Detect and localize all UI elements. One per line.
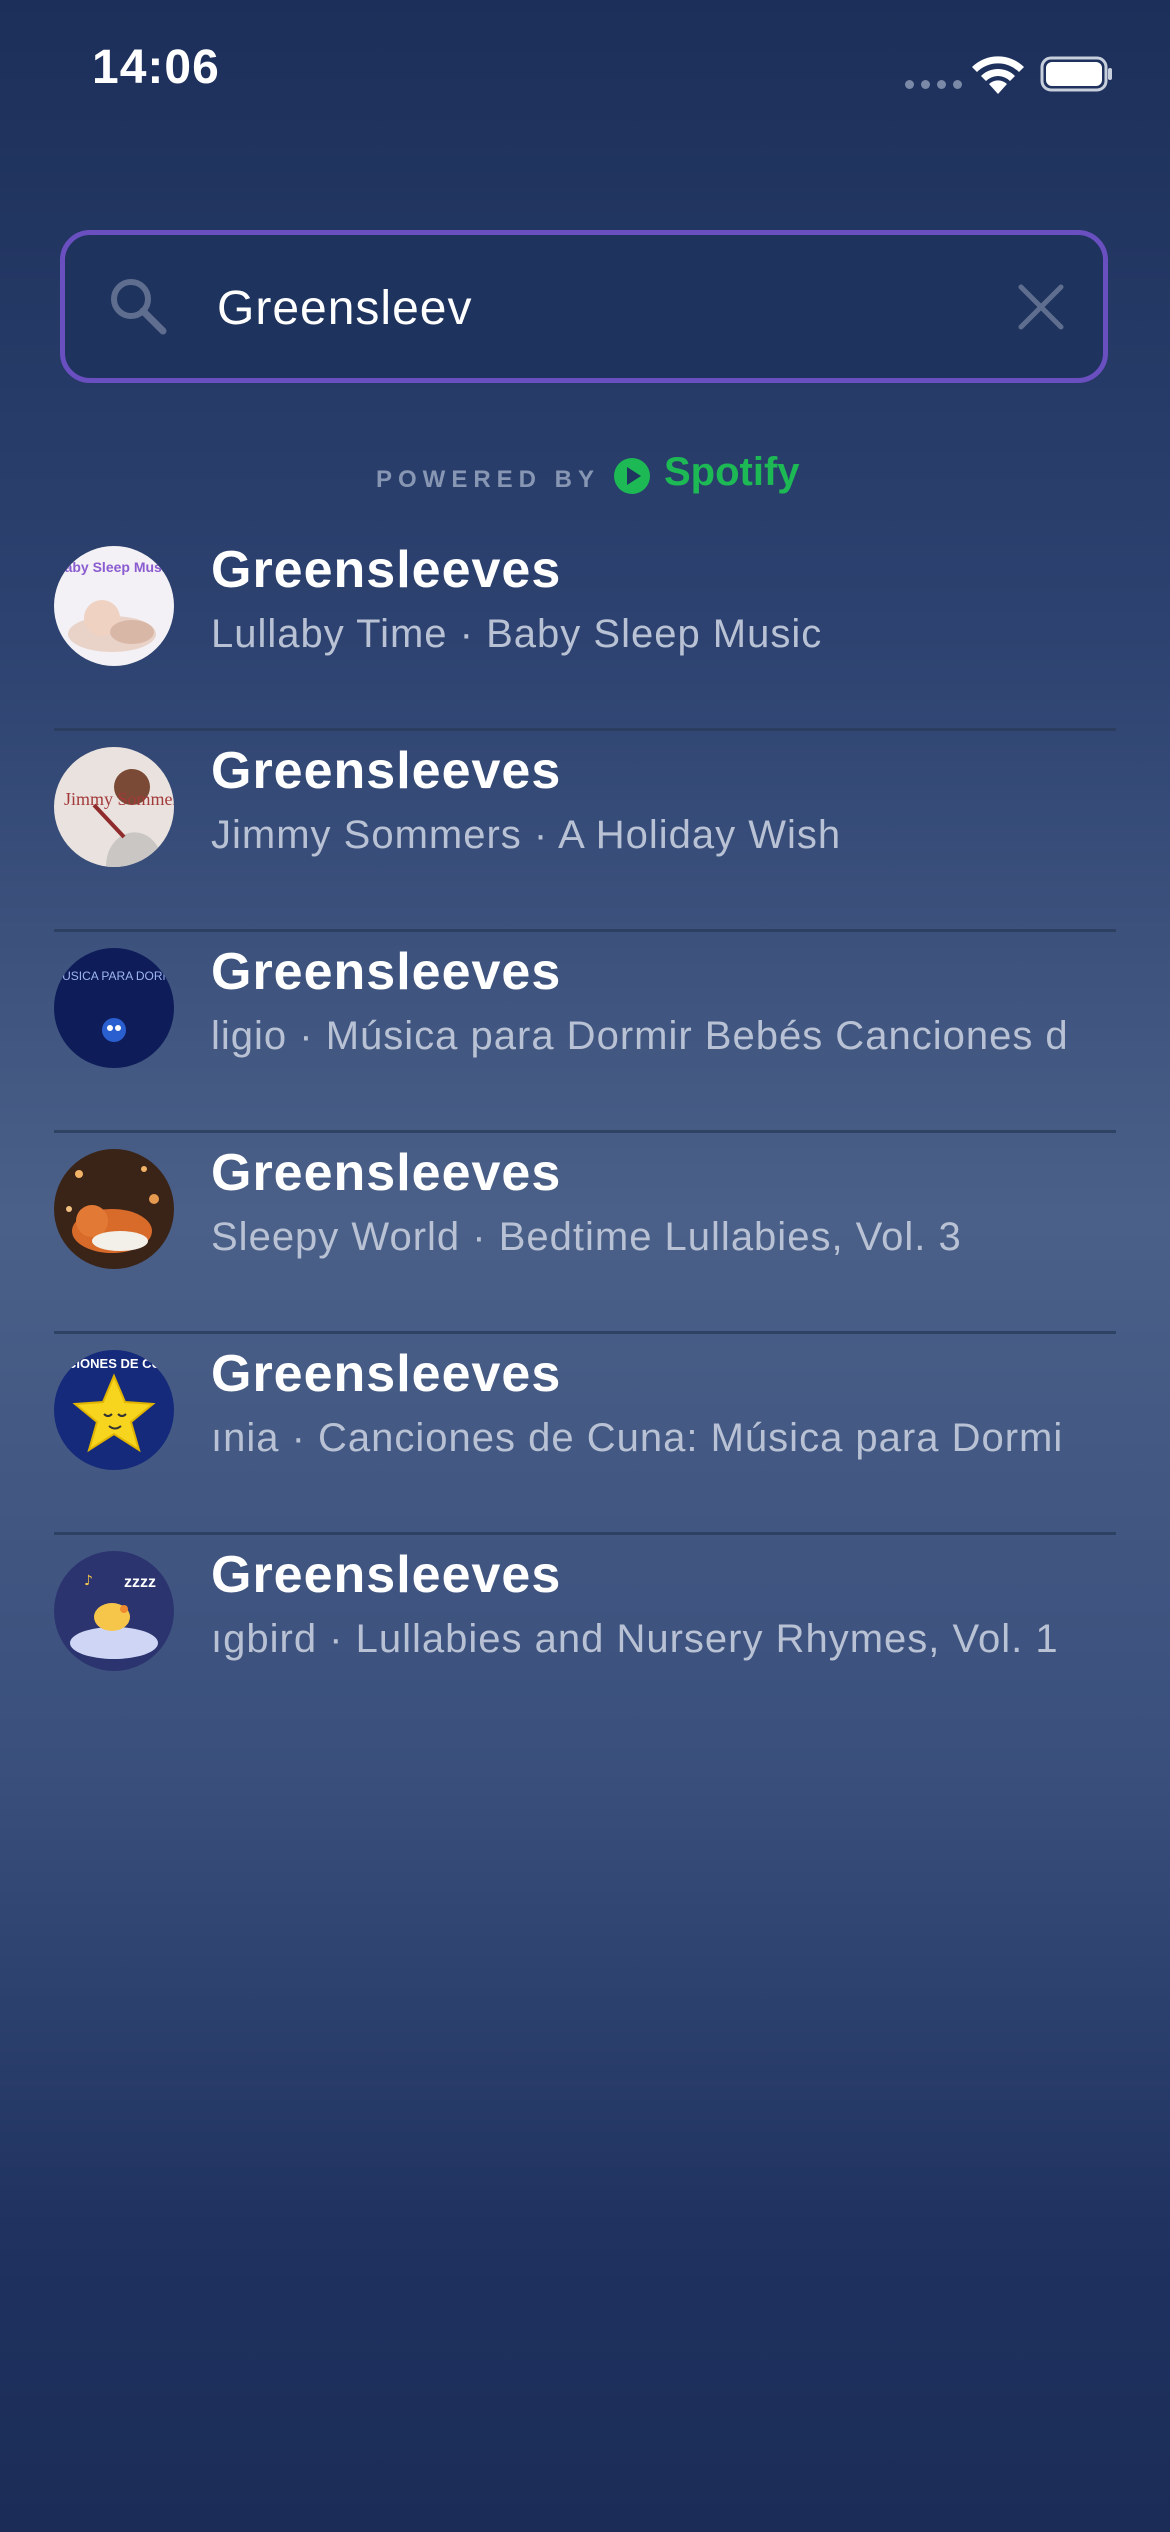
track-title: Greensleeves	[211, 943, 562, 1001]
clear-search-icon[interactable]	[1013, 279, 1069, 335]
search-icon	[111, 279, 167, 335]
powered-by-label: POWERED BY	[376, 466, 601, 493]
album-art-text: Baby Sleep Music	[54, 559, 173, 575]
track-subtitle: ıgbird · Lullabies and Nursery Rhymes, V…	[211, 1617, 1059, 1661]
track-subtitle: ligio · Música para Dormir Bebés Cancion…	[211, 1014, 1069, 1058]
status-bar: 14:06	[0, 0, 1170, 150]
track-title: Greensleeves	[211, 1345, 562, 1403]
album-art: Baby Sleep Music	[54, 546, 174, 666]
track-subtitle-container: Jimmy Sommers · A Holiday Wish	[211, 813, 1116, 873]
battery-icon	[1040, 56, 1112, 92]
album-art	[54, 1149, 174, 1269]
album-art-text: zzzz	[124, 1574, 156, 1591]
cellular-signal-icon	[905, 80, 962, 89]
track-subtitle: Lullaby Time · Baby Sleep Music	[211, 612, 823, 656]
result-row[interactable]: MUSICA PARA DORMIR BEBES Greensleeves li…	[0, 932, 1170, 1133]
result-row[interactable]: CIONES DE CU Greensleeves ınia · Cancion…	[0, 1334, 1170, 1535]
track-subtitle: Jimmy Sommers · A Holiday Wish	[211, 813, 842, 857]
spotify-label: Spotify	[664, 450, 800, 494]
track-subtitle-container: Sleepy World · Bedtime Lullabies, Vol. 3	[211, 1215, 1116, 1275]
album-art: CIONES DE CU	[54, 1350, 174, 1470]
result-row[interactable]: Baby Sleep Music Greensleeves Lullaby Ti…	[0, 530, 1170, 731]
powered-by-spotify: POWERED BY Spotify	[0, 450, 1170, 510]
svg-text:♪: ♪	[84, 1573, 93, 1589]
results-list: Baby Sleep Music Greensleeves Lullaby Ti…	[0, 530, 1170, 1736]
track-title: Greensleeves	[211, 1144, 562, 1202]
album-art-text: Jimmy Sommers	[64, 789, 174, 809]
track-subtitle: ınia · Canciones de Cuna: Música para Do…	[211, 1416, 1064, 1460]
spotify-play-icon	[614, 458, 650, 494]
track-subtitle-container: ınia · Canciones de Cuna: Música para Do…	[211, 1416, 1116, 1476]
album-art-text: CIONES DE CU	[67, 1356, 161, 1371]
search-box[interactable]	[60, 230, 1108, 383]
wifi-icon	[972, 56, 1024, 94]
track-subtitle-container: ıgbird · Lullabies and Nursery Rhymes, V…	[211, 1617, 1116, 1677]
result-row[interactable]: zzzz ♪ Greensleeves ıgbird · Lullabies a…	[0, 1535, 1170, 1736]
search-input[interactable]	[215, 271, 999, 345]
album-art-text: MUSICA PARA DORMIR BEBES	[54, 969, 174, 983]
track-title: Greensleeves	[211, 541, 562, 599]
status-time: 14:06	[92, 41, 220, 94]
track-subtitle-container: Lullaby Time · Baby Sleep Music	[211, 612, 1116, 672]
album-art: zzzz ♪	[54, 1551, 174, 1671]
album-art: MUSICA PARA DORMIR BEBES	[54, 948, 174, 1068]
album-art: Jimmy Sommers	[54, 747, 174, 867]
track-subtitle-container: ligio · Música para Dormir Bebés Cancion…	[211, 1014, 1116, 1074]
result-row[interactable]: Jimmy Sommers Greensleeves Jimmy Sommers…	[0, 731, 1170, 932]
track-title: Greensleeves	[211, 742, 562, 800]
track-subtitle: Sleepy World · Bedtime Lullabies, Vol. 3	[211, 1215, 962, 1259]
result-row[interactable]: Greensleeves Sleepy World · Bedtime Lull…	[0, 1133, 1170, 1334]
track-title: Greensleeves	[211, 1546, 562, 1604]
